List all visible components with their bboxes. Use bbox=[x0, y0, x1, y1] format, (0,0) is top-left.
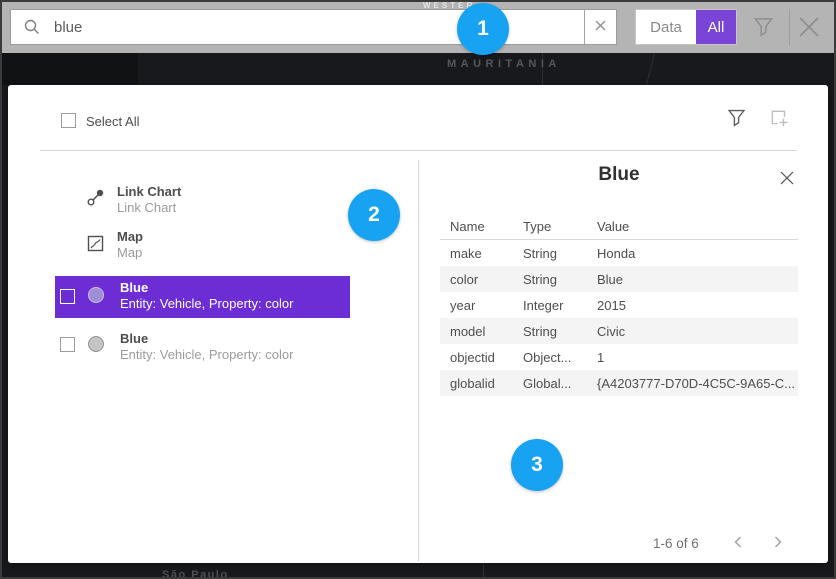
link-chart-icon bbox=[86, 187, 106, 207]
callout-1: 1 bbox=[457, 3, 509, 55]
pagination-range: 1-6 of 6 bbox=[653, 536, 699, 551]
attr-name: model bbox=[450, 324, 523, 339]
result-checkbox[interactable] bbox=[60, 289, 75, 304]
column-header-name: Name bbox=[450, 219, 523, 234]
add-to-selection-button[interactable] bbox=[769, 108, 789, 128]
result-item-map[interactable]: Map Map bbox=[85, 227, 385, 271]
chevron-right-icon bbox=[772, 535, 784, 552]
chevron-left-icon bbox=[732, 535, 744, 552]
attr-value: Honda bbox=[597, 246, 798, 261]
result-subtitle: Entity: Vehicle, Property: color bbox=[120, 296, 293, 311]
attr-value: Blue bbox=[597, 272, 798, 287]
result-title: Link Chart bbox=[117, 184, 181, 199]
search-icon bbox=[24, 19, 40, 35]
close-detail-button[interactable] bbox=[779, 170, 797, 188]
attr-type: Object... bbox=[523, 350, 597, 365]
column-header-value: Value bbox=[597, 219, 798, 234]
results-panel: Select All Link Chart Link Chart Map bbox=[8, 85, 828, 563]
attr-type: Integer bbox=[523, 298, 597, 313]
attr-name: color bbox=[450, 272, 523, 287]
entity-circle-icon bbox=[88, 336, 104, 352]
scope-option-data[interactable]: Data bbox=[636, 10, 696, 44]
attr-name: globalid bbox=[450, 376, 523, 391]
detail-title: Blue bbox=[440, 164, 798, 186]
filter-funnel-icon bbox=[753, 16, 774, 38]
result-title: Blue bbox=[120, 331, 148, 346]
pagination-next-button[interactable] bbox=[768, 533, 788, 553]
attr-value: 2015 bbox=[597, 298, 798, 313]
map-boundary-line bbox=[483, 563, 484, 579]
filter-button[interactable] bbox=[753, 16, 774, 38]
attr-name: year bbox=[450, 298, 523, 313]
attribute-table: Name Type Value make String Honda color … bbox=[440, 213, 798, 396]
pagination-prev-button[interactable] bbox=[728, 533, 748, 553]
attr-name: make bbox=[450, 246, 523, 261]
result-checkbox[interactable] bbox=[60, 337, 75, 352]
add-to-selection-icon bbox=[769, 108, 789, 128]
result-subtitle: Entity: Vehicle, Property: color bbox=[120, 347, 293, 362]
select-all-checkbox[interactable] bbox=[61, 113, 76, 128]
attr-value: Civic bbox=[597, 324, 798, 339]
attribute-row: make String Honda bbox=[440, 240, 798, 266]
attribute-row: globalid Global... {A4203777-D70D-4C5C-9… bbox=[440, 370, 798, 396]
column-header-type: Type bbox=[523, 219, 597, 234]
attr-type: String bbox=[523, 246, 597, 261]
map-label-mauritania: MAURITANIA bbox=[447, 58, 561, 70]
panel-filter-button[interactable] bbox=[727, 108, 746, 128]
close-x-icon bbox=[779, 170, 795, 188]
map-icon bbox=[87, 235, 104, 252]
filter-funnel-icon bbox=[727, 108, 746, 128]
attribute-row: model String Civic bbox=[440, 318, 798, 344]
result-item-blue[interactable]: Blue Entity: Vehicle, Property: color bbox=[55, 328, 350, 368]
attribute-row: objectid Object... 1 bbox=[440, 344, 798, 370]
attr-value: {A4203777-D70D-4C5C-9A65-C... bbox=[597, 376, 798, 391]
close-x-icon bbox=[797, 15, 821, 39]
toolbar-divider bbox=[789, 9, 790, 46]
panel-divider bbox=[418, 160, 419, 561]
scope-option-all[interactable]: All bbox=[696, 10, 736, 44]
search-box[interactable] bbox=[10, 9, 617, 45]
attribute-row: color String Blue bbox=[440, 266, 798, 292]
screenshot-root: MAURITANIA WESTER São Paulo Data All bbox=[0, 0, 836, 579]
attribute-row: year Integer 2015 bbox=[440, 292, 798, 318]
result-subtitle: Map bbox=[117, 245, 142, 260]
attr-type: String bbox=[523, 324, 597, 339]
map-label-sao-paulo: São Paulo bbox=[162, 569, 229, 579]
callout-3: 3 bbox=[511, 439, 563, 491]
callout-2: 2 bbox=[348, 189, 400, 241]
header-separator bbox=[40, 150, 797, 151]
result-item-link-chart[interactable]: Link Chart Link Chart bbox=[85, 182, 385, 226]
map-landmass bbox=[0, 53, 138, 85]
result-title: Blue bbox=[120, 280, 148, 295]
select-all-label[interactable]: Select All bbox=[86, 114, 139, 129]
clear-search-button[interactable] bbox=[584, 10, 616, 44]
attr-value: 1 bbox=[597, 350, 798, 365]
search-toolbar: Data All bbox=[0, 0, 836, 53]
attr-type: Global... bbox=[523, 376, 597, 391]
close-search-button[interactable] bbox=[797, 15, 821, 39]
map-boundary-line bbox=[646, 53, 655, 84]
attr-type: String bbox=[523, 272, 597, 287]
scope-toggle: Data All bbox=[635, 9, 737, 45]
result-title: Map bbox=[117, 229, 143, 244]
entity-circle-icon bbox=[88, 287, 104, 303]
result-subtitle: Link Chart bbox=[117, 200, 176, 215]
attribute-table-header: Name Type Value bbox=[440, 213, 798, 240]
clear-x-icon bbox=[594, 19, 607, 35]
attr-name: objectid bbox=[450, 350, 523, 365]
result-item-blue-selected[interactable]: Blue Entity: Vehicle, Property: color bbox=[55, 276, 350, 318]
